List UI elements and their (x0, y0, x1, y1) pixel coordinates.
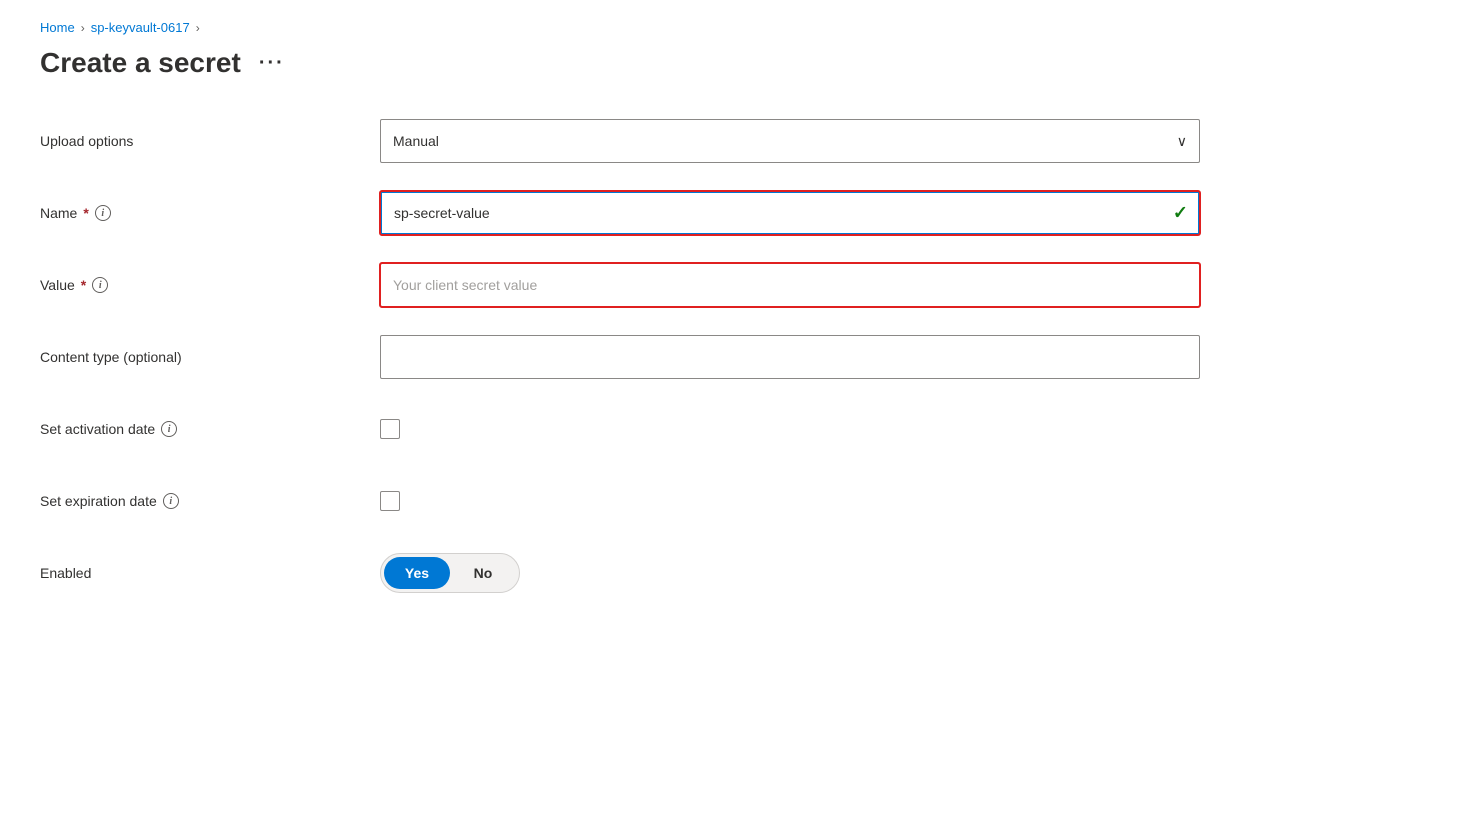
enabled-yes-button[interactable]: Yes (384, 557, 450, 589)
expiration-date-checkbox-wrapper (380, 491, 1200, 511)
form-container: Upload options Manual ∨ Name * i ✓ (40, 119, 1424, 595)
enabled-label: Enabled (40, 565, 380, 581)
value-required-star: * (81, 277, 86, 293)
name-row: Name * i ✓ (40, 191, 1424, 235)
enabled-toggle: Yes No (380, 553, 520, 593)
content-type-input[interactable] (380, 335, 1200, 379)
content-type-label: Content type (optional) (40, 349, 380, 365)
upload-options-row: Upload options Manual ∨ (40, 119, 1424, 163)
name-required-star: * (83, 205, 88, 221)
page-header: Create a secret ··· (40, 47, 1424, 79)
upload-options-control: Manual ∨ (380, 119, 1200, 163)
activation-date-label: Set activation date i (40, 421, 380, 437)
name-input[interactable] (380, 191, 1200, 235)
name-input-wrapper: ✓ (380, 191, 1200, 235)
enabled-row: Enabled Yes No (40, 551, 1424, 595)
enabled-control: Yes No (380, 553, 1200, 593)
breadcrumb-sep-2: › (196, 21, 200, 35)
upload-options-label: Upload options (40, 133, 380, 149)
content-type-row: Content type (optional) (40, 335, 1424, 379)
breadcrumb-sep-1: › (81, 21, 85, 35)
value-input-wrapper (380, 263, 1200, 307)
page-container: Home › sp-keyvault-0617 › Create a secre… (0, 0, 1464, 663)
upload-options-value: Manual (393, 133, 439, 149)
activation-date-checkbox[interactable] (380, 419, 400, 439)
expiration-date-info-icon[interactable]: i (163, 493, 179, 509)
content-type-control (380, 335, 1200, 379)
activation-date-checkbox-wrapper (380, 419, 1200, 439)
enabled-no-button[interactable]: No (450, 557, 516, 589)
value-label: Value * i (40, 277, 380, 293)
expiration-date-control (380, 491, 1200, 511)
chevron-down-icon: ∨ (1177, 133, 1187, 150)
expiration-date-label: Set expiration date i (40, 493, 380, 509)
activation-date-control (380, 419, 1200, 439)
breadcrumb-home[interactable]: Home (40, 20, 75, 35)
more-options-button[interactable]: ··· (253, 50, 291, 77)
value-input[interactable] (380, 263, 1200, 307)
page-title: Create a secret (40, 47, 241, 79)
breadcrumb: Home › sp-keyvault-0617 › (40, 20, 1424, 35)
expiration-date-checkbox[interactable] (380, 491, 400, 511)
upload-options-dropdown[interactable]: Manual ∨ (380, 119, 1200, 163)
name-label: Name * i (40, 205, 380, 221)
name-control: ✓ (380, 191, 1200, 235)
activation-date-row: Set activation date i (40, 407, 1424, 451)
value-control (380, 263, 1200, 307)
value-row: Value * i (40, 263, 1424, 307)
expiration-date-row: Set expiration date i (40, 479, 1424, 523)
name-info-icon[interactable]: i (95, 205, 111, 221)
value-info-icon[interactable]: i (92, 277, 108, 293)
activation-date-info-icon[interactable]: i (161, 421, 177, 437)
check-icon: ✓ (1173, 203, 1188, 224)
breadcrumb-keyvault[interactable]: sp-keyvault-0617 (91, 20, 190, 35)
